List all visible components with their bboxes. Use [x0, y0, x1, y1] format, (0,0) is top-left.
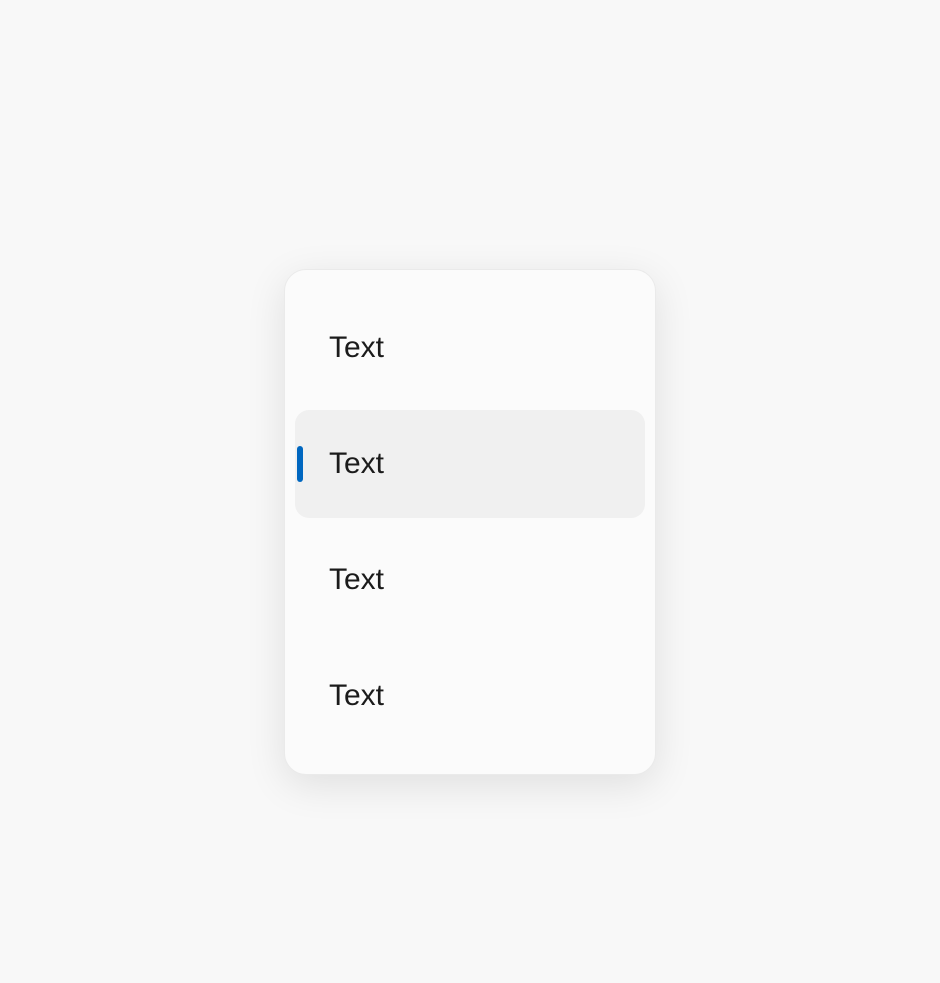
menu-item-label: Text [329, 331, 384, 365]
menu-item-1[interactable]: Text [295, 410, 645, 518]
menu-item-label: Text [329, 563, 384, 597]
menu-item-3[interactable]: Text [295, 642, 645, 750]
selection-indicator-icon [297, 446, 303, 482]
menu-item-label: Text [329, 447, 384, 481]
menu-item-2[interactable]: Text [295, 526, 645, 634]
menu-item-label: Text [329, 679, 384, 713]
menu-item-0[interactable]: Text [295, 294, 645, 402]
menu-panel: Text Text Text Text [284, 269, 656, 775]
